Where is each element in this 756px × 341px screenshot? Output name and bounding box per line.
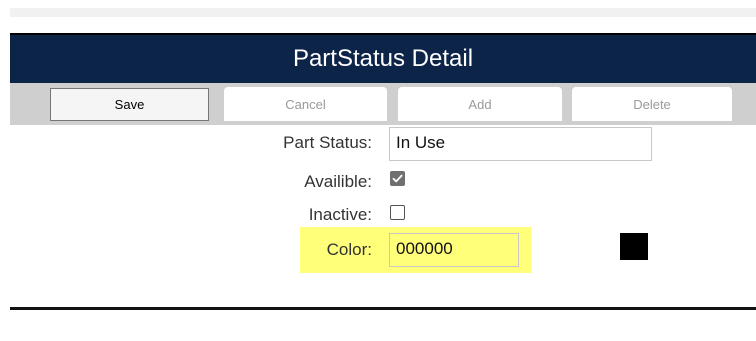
- color-input[interactable]: 000000: [389, 233, 519, 267]
- availible-label: Availible:: [304, 172, 372, 191]
- delete-button[interactable]: Delete: [572, 87, 732, 121]
- part-status-label: Part Status:: [283, 133, 372, 152]
- save-button[interactable]: Save: [50, 88, 209, 121]
- color-label: Color:: [326, 240, 372, 259]
- top-strip: [10, 8, 756, 17]
- inactive-checkbox[interactable]: [390, 205, 405, 220]
- add-button[interactable]: Add: [398, 87, 562, 121]
- cancel-button[interactable]: Cancel: [224, 87, 387, 121]
- availible-checkbox[interactable]: [390, 171, 405, 186]
- checkmark-icon: [392, 174, 403, 183]
- part-status-input[interactable]: In Use: [389, 127, 652, 161]
- title-bar: PartStatus Detail: [10, 33, 756, 83]
- bottom-divider: [10, 307, 756, 310]
- toolbar: Save Cancel Add Delete: [10, 83, 756, 125]
- color-swatch: [620, 233, 648, 260]
- page-title: PartStatus Detail: [292, 45, 474, 72]
- inactive-label: Inactive:: [308, 205, 372, 224]
